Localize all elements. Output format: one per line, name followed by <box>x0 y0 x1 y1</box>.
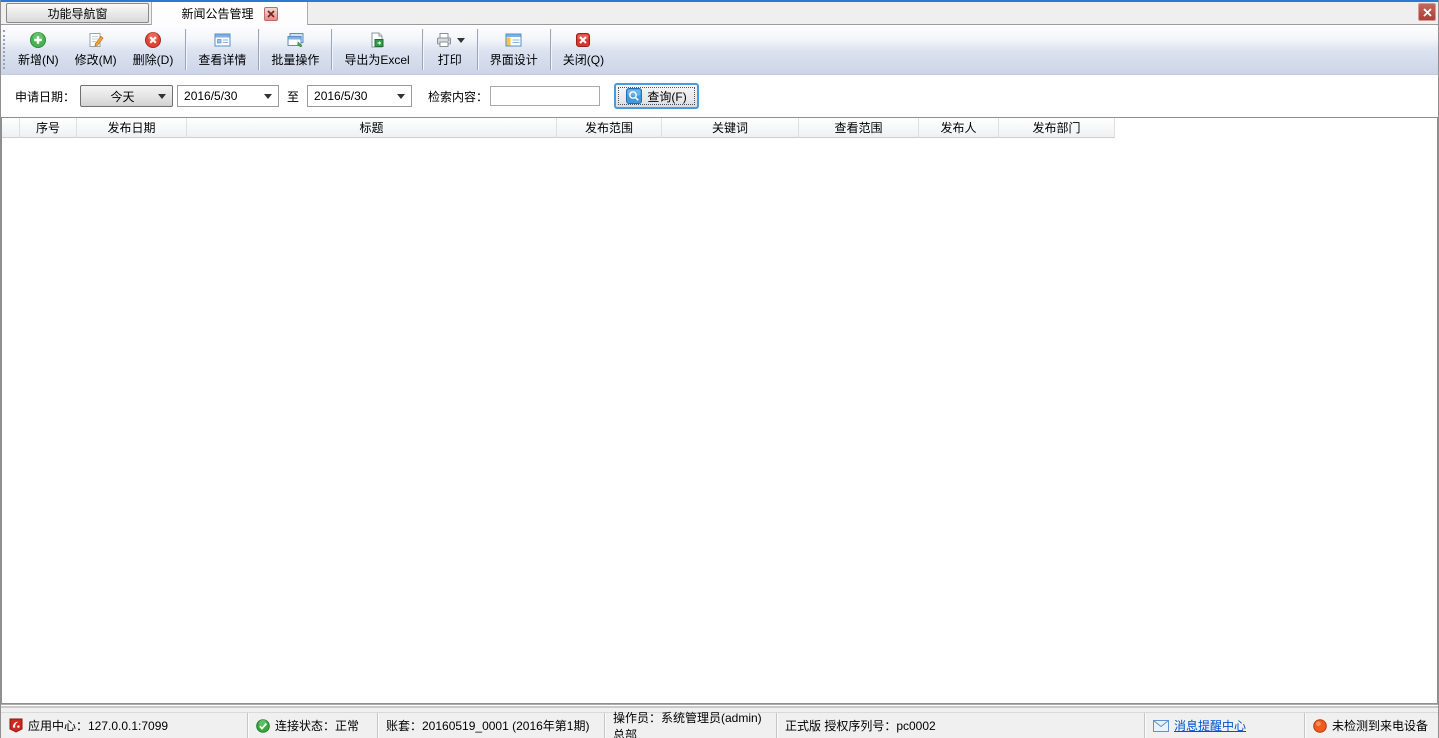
batch-operation-button[interactable]: 批量操作 <box>263 25 327 74</box>
batch-icon <box>286 30 305 50</box>
add-button[interactable]: 新增(N) <box>10 25 67 74</box>
date-from-value: 2016/5/30 <box>184 89 264 103</box>
print-button-label: 打印 <box>438 51 462 68</box>
details-icon <box>213 30 232 50</box>
col-header-view-scope[interactable]: 查看范围 <box>799 118 919 138</box>
grid-header-row: 序号 发布日期 标题 发布范围 关键词 查看范围 发布人 发布部门 <box>2 118 1437 138</box>
query-button-label: 查询(F) <box>647 88 686 105</box>
toolbar-separator <box>185 29 186 70</box>
status-call-device: 未检测到来电设备 <box>1305 713 1438 738</box>
search-label: 检索内容： <box>428 88 488 105</box>
chevron-down-icon <box>264 94 272 99</box>
delete-icon <box>144 30 162 50</box>
status-operator-text: 操作员：系统管理员(admin) 总部 <box>613 709 768 738</box>
toolbar-separator <box>331 29 332 70</box>
toolbar-separator <box>477 29 478 70</box>
date-to-picker[interactable]: 2016/5/30 <box>307 85 412 107</box>
add-icon <box>29 30 47 50</box>
status-call-device-text: 未检测到来电设备 <box>1332 717 1428 734</box>
search-input[interactable] <box>490 86 600 106</box>
col-header-title[interactable]: 标题 <box>187 118 557 138</box>
tab-close-icon[interactable] <box>264 7 278 21</box>
data-grid-area: 序号 发布日期 标题 发布范围 关键词 查看范围 发布人 发布部门 <box>1 117 1438 712</box>
data-grid: 序号 发布日期 标题 发布范围 关键词 查看范围 发布人 发布部门 <box>1 117 1438 704</box>
tab-nav-window[interactable]: 功能导航窗 <box>6 3 149 23</box>
col-header-publisher[interactable]: 发布人 <box>919 118 999 138</box>
status-app-center: 应用中心：127.0.0.1:7099 <box>1 713 248 738</box>
date-preset-select[interactable]: 今天 <box>80 85 173 107</box>
status-account-text: 账套：20160519_0001 (2016年第1期) <box>386 717 589 734</box>
chevron-down-icon <box>397 94 405 99</box>
tab-news-management[interactable]: 新闻公告管理 <box>151 2 308 25</box>
col-header-seq[interactable]: 序号 <box>20 118 77 138</box>
app-center-icon <box>9 718 23 733</box>
delete-button[interactable]: 删除(D) <box>125 25 182 74</box>
app-window: 功能导航窗 新闻公告管理 新增(N) 修改(M) <box>0 0 1439 738</box>
date-to-value: 2016/5/30 <box>314 89 397 103</box>
edit-button-label: 修改(M) <box>75 51 117 68</box>
connection-ok-icon <box>256 719 270 733</box>
toolbar-grip-handle[interactable] <box>3 30 8 69</box>
filter-bar: 申请日期： 今天 2016/5/30 至 2016/5/30 检索内容： 查询(… <box>1 75 1438 117</box>
status-operator: 操作员：系统管理员(admin) 总部 <box>605 713 777 738</box>
status-connection: 连接状态：正常 <box>248 713 378 738</box>
message-center-link[interactable]: 消息提醒中心 <box>1174 717 1246 734</box>
print-dropdown-arrow-icon[interactable] <box>457 38 465 43</box>
ui-design-button-label: 界面设计 <box>490 51 538 68</box>
toolbar-separator <box>258 29 259 70</box>
search-icon <box>626 88 642 104</box>
chevron-down-icon <box>158 94 166 99</box>
print-button[interactable]: 打印 <box>427 25 473 74</box>
add-button-label: 新增(N) <box>18 51 59 68</box>
main-toolbar: 新增(N) 修改(M) 删除(D) 查看详情 批量操作 <box>1 25 1438 75</box>
grid-body-empty[interactable] <box>2 138 1437 703</box>
print-icon <box>435 31 453 49</box>
status-account-set: 账套：20160519_0001 (2016年第1期) <box>378 713 605 738</box>
status-app-center-text: 应用中心：127.0.0.1:7099 <box>28 717 168 734</box>
status-license: 正式版 授权序列号：pc0002 <box>777 713 1145 738</box>
col-header-publish-date[interactable]: 发布日期 <box>77 118 187 138</box>
ui-design-button[interactable]: 界面设计 <box>482 25 546 74</box>
col-header-publish-scope[interactable]: 发布范围 <box>557 118 662 138</box>
grid-header-filler <box>1115 118 1437 138</box>
view-details-button-label: 查看详情 <box>198 51 246 68</box>
edit-button[interactable]: 修改(M) <box>67 25 125 74</box>
col-header-keywords[interactable]: 关键词 <box>662 118 799 138</box>
tab-news-management-label: 新闻公告管理 <box>181 5 253 22</box>
mail-icon <box>1153 720 1169 732</box>
delete-button-label: 删除(D) <box>133 51 174 68</box>
status-message-center: 消息提醒中心 <box>1145 713 1305 738</box>
window-close-icon <box>1423 8 1432 17</box>
date-to-label: 至 <box>287 88 299 105</box>
close-tab-button[interactable]: 关闭(Q) <box>555 25 612 74</box>
window-close-button[interactable] <box>1418 3 1436 21</box>
date-preset-value: 今天 <box>87 88 158 105</box>
edit-icon <box>87 30 105 50</box>
toolbar-separator <box>550 29 551 70</box>
tab-nav-window-label: 功能导航窗 <box>47 5 107 22</box>
date-from-picker[interactable]: 2016/5/30 <box>177 85 279 107</box>
date-filter-label: 申请日期： <box>15 88 75 105</box>
col-header-publish-dept[interactable]: 发布部门 <box>999 118 1115 138</box>
status-license-text: 正式版 授权序列号：pc0002 <box>785 717 936 734</box>
close-icon <box>574 30 592 50</box>
query-button[interactable]: 查询(F) <box>614 83 699 109</box>
view-details-button[interactable]: 查看详情 <box>190 25 254 74</box>
toolbar-separator <box>422 29 423 70</box>
close-tab-button-label: 关闭(Q) <box>563 51 604 68</box>
batch-operation-button-label: 批量操作 <box>271 51 319 68</box>
excel-icon <box>368 30 386 50</box>
col-header-indicator[interactable] <box>2 118 20 138</box>
design-icon <box>504 30 523 50</box>
call-device-alert-icon <box>1313 719 1327 733</box>
export-excel-button-label: 导出为Excel <box>344 51 409 68</box>
export-excel-button[interactable]: 导出为Excel <box>336 25 417 74</box>
status-bar: 应用中心：127.0.0.1:7099 连接状态：正常 账套：20160519_… <box>1 712 1438 738</box>
status-connection-text: 连接状态：正常 <box>275 717 359 734</box>
tab-strip: 功能导航窗 新闻公告管理 <box>1 2 1438 25</box>
